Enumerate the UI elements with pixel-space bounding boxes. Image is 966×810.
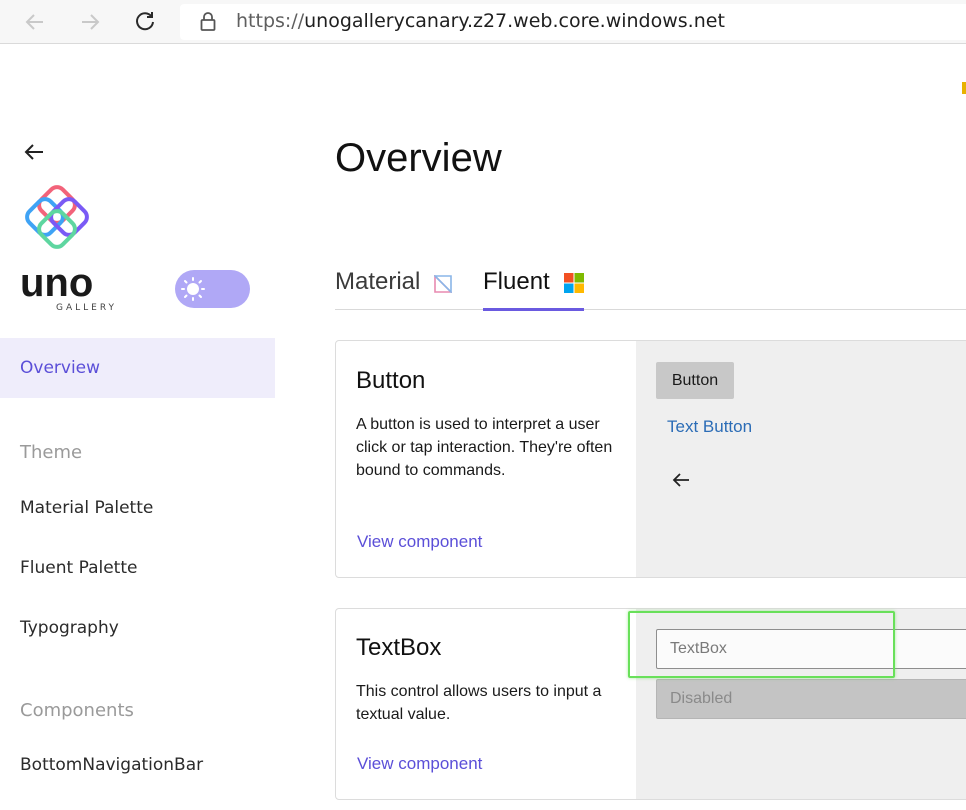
sun-icon [181,277,205,301]
tab-fluent[interactable]: Fluent [483,268,584,311]
sidebar-header-components: Components [20,700,134,721]
textbox-disabled: Disabled [656,679,966,719]
tab-fluent-label: Fluent [483,268,550,295]
logo-text: uno [20,261,93,305]
back-arrow-icon[interactable] [22,140,46,164]
sidebar-item-overview[interactable]: Overview [0,338,275,398]
lock-icon [200,12,216,36]
sidebar-item-fluent-palette[interactable]: Fluent Palette [0,538,275,598]
button-card-demo: Button Text Button [636,341,966,577]
demo-text-button[interactable]: Text Button [667,417,752,437]
url-host: unogallerycanary.z27.web.core.windows.ne… [304,10,725,32]
page-title: Overview [335,136,502,180]
uno-gallery-logo: uno GALLERY [20,184,120,314]
demo-button[interactable]: Button [656,362,734,399]
sidebar-item-bottomnavigationbar[interactable]: BottomNavigationBar [0,735,275,795]
sidebar-item-typography[interactable]: Typography [0,598,275,658]
tab-material-label: Material [335,268,421,295]
card-description: This control allows users to input a tex… [356,683,602,723]
sidebar-header-theme: Theme [20,442,83,463]
url-text: https://unogallerycanary.z27.web.core.wi… [236,10,725,32]
logo-subtext: GALLERY [56,303,117,313]
theme-toggle[interactable] [175,270,250,308]
address-bar[interactable]: https://unogallerycanary.z27.web.core.wi… [180,4,966,40]
design-system-tabs: Material Fluent [335,268,966,311]
url-scheme: https:// [236,10,305,32]
browser-toolbar: https://unogallerycanary.z27.web.core.wi… [0,0,966,44]
browser-back-icon[interactable] [20,7,50,37]
sidebar-item-material-palette[interactable]: Material Palette [0,478,275,538]
view-component-link[interactable]: View component [357,532,482,552]
card-title: TextBox [356,634,442,661]
material-icon [433,272,454,300]
view-component-link[interactable]: View component [357,754,482,774]
button-card: Button A button is used to interpret a u… [335,340,966,578]
arrow-left-icon[interactable] [670,469,692,491]
card-description: A button is used to interpret a user cli… [356,416,613,479]
windows-logo-icon [563,272,584,300]
browser-forward-icon[interactable] [75,7,105,37]
focus-highlight [628,611,895,678]
corner-indicator [962,82,966,94]
card-title: Button [356,367,426,394]
browser-reload-icon[interactable] [130,7,160,37]
tab-material[interactable]: Material [335,268,454,310]
